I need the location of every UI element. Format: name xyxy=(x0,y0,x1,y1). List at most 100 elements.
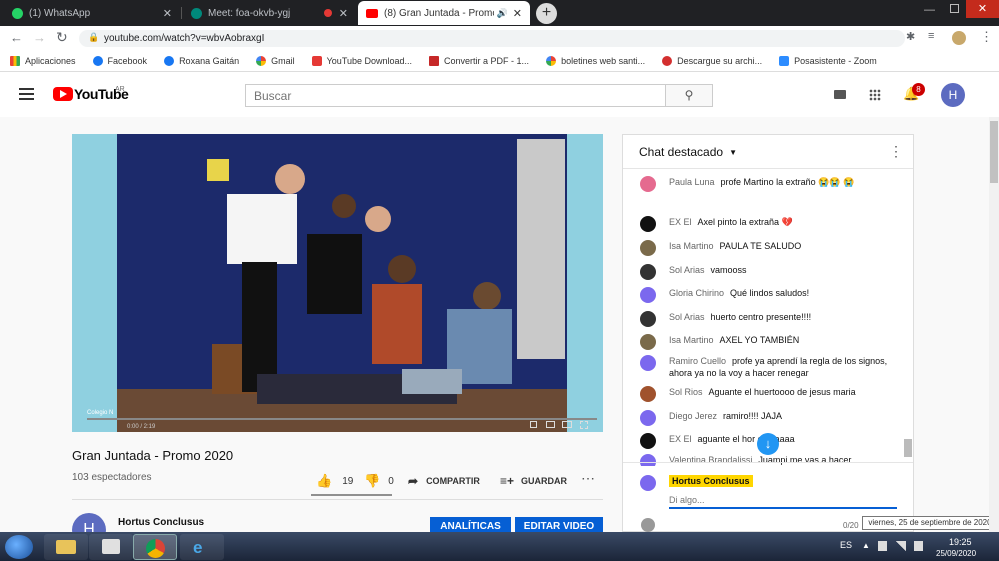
maximize-icon[interactable] xyxy=(950,4,959,13)
like-count: 19 xyxy=(342,475,354,487)
date-tooltip: viernes, 25 de septiembre de 2020 xyxy=(862,516,998,530)
save-button[interactable]: ≡+ GUARDAR xyxy=(500,474,567,488)
tab-whatsapp[interactable]: (1) WhatsApp ✕ xyxy=(4,1,180,25)
taskbar-ie[interactable]: e xyxy=(180,534,224,560)
chat-input[interactable] xyxy=(669,493,897,509)
bookmark-apps[interactable]: Aplicaciones xyxy=(10,56,76,66)
search-button[interactable]: ⚲ xyxy=(666,84,713,107)
media-icon[interactable]: ≡ xyxy=(928,30,934,42)
author-name: Isa Martino xyxy=(669,241,714,251)
clock-date[interactable]: 25/09/2020 xyxy=(936,549,976,558)
bookmark-descargue[interactable]: Descargue su archi... xyxy=(662,56,762,66)
chat-options-icon[interactable]: ⋮ xyxy=(889,143,903,160)
chat-mode-dropdown[interactable]: Chat destacado ▼ xyxy=(639,145,737,159)
bookmark-facebook[interactable]: Facebook xyxy=(92,56,148,66)
like-button[interactable]: 👍 19 xyxy=(316,473,353,489)
message-text: huerto centro presente!!!! xyxy=(710,312,812,322)
author-name: Ramiro Cuello xyxy=(669,356,727,366)
profile-avatar[interactable] xyxy=(952,31,966,45)
tray-expand-icon[interactable]: ▲ xyxy=(862,541,870,550)
taskbar-media-player[interactable] xyxy=(89,534,133,560)
bookmark-gmail[interactable]: Gmail xyxy=(256,56,295,66)
folder-icon xyxy=(56,540,76,554)
chevron-down-icon: ▼ xyxy=(729,147,737,157)
author-name: Valentina Brandalissi xyxy=(669,455,753,465)
youtube-icon xyxy=(366,8,378,18)
omnibox[interactable]: 🔒 youtube.com/watch?v=wbvAobraxgI xyxy=(79,30,905,47)
chrome-icon xyxy=(146,539,165,558)
author-name: Sol Arias xyxy=(669,312,705,322)
close-tab-icon[interactable]: ✕ xyxy=(513,7,522,20)
extensions-icon[interactable]: ✱ xyxy=(906,30,915,43)
miniplayer-icon[interactable] xyxy=(546,421,555,428)
bookmark-boletines[interactable]: boletines web santi... xyxy=(546,56,645,66)
settings-icon[interactable] xyxy=(530,421,537,428)
youtube-masthead: YouTube AR ⚲ 🔔 8 H xyxy=(0,72,999,117)
sentiment-bar xyxy=(311,494,392,496)
taskbar-chrome[interactable] xyxy=(133,534,177,560)
network-icon[interactable] xyxy=(896,541,906,551)
start-button[interactable] xyxy=(5,535,33,559)
chat-message: Diego Jerez ramiro!!!! JAJA xyxy=(640,410,890,426)
scrollbar-thumb[interactable] xyxy=(990,121,998,183)
youtube-logo-icon[interactable] xyxy=(53,87,73,101)
create-video-icon[interactable] xyxy=(834,90,846,99)
url-text[interactable]: youtube.com/watch?v=wbvAobraxgI xyxy=(104,33,264,44)
audio-icon[interactable]: 🔊 xyxy=(497,8,508,19)
video-player[interactable]: Colegio N 0:00 / 2:19 xyxy=(72,134,603,432)
back-icon[interactable]: ← xyxy=(10,30,23,45)
bookmark-zoom[interactable]: Posasistente - Zoom xyxy=(779,56,877,66)
share-button[interactable]: ➦ COMPARTIR xyxy=(408,474,480,488)
tray-flag-icon[interactable] xyxy=(878,541,887,551)
bookmark-pdf[interactable]: Convertir a PDF - 1... xyxy=(429,56,529,66)
video-watermark: Colegio N xyxy=(87,410,114,416)
page-scrollbar[interactable] xyxy=(989,117,999,532)
hamburger-menu-icon[interactable] xyxy=(19,88,34,100)
dislike-button[interactable]: 👎 0 xyxy=(364,473,394,489)
internet-explorer-icon: e xyxy=(193,538,203,557)
bookmark-youtube-download[interactable]: YouTube Download... xyxy=(311,56,412,66)
add-to-playlist-icon: ≡+ xyxy=(500,474,515,488)
scroll-to-bottom-button[interactable]: ↓ xyxy=(757,433,779,455)
zoom-icon xyxy=(779,56,790,66)
message-text: Juampi me vas a hacer xyxy=(758,455,852,465)
channel-name[interactable]: Hortus Conclusus xyxy=(118,517,204,528)
emoji-icon[interactable] xyxy=(641,518,655,532)
bookmark-label: Facebook xyxy=(107,56,148,66)
account-avatar[interactable]: H xyxy=(941,83,965,107)
author-avatar xyxy=(640,240,656,256)
chat-scrollbar[interactable] xyxy=(904,439,912,457)
pdf-icon xyxy=(429,56,440,66)
clock-time[interactable]: 19:25 xyxy=(949,537,972,547)
video-time: 0:00 / 2:19 xyxy=(127,424,156,430)
view-count: 103 espectadores xyxy=(72,472,152,483)
fullscreen-icon[interactable] xyxy=(580,421,588,429)
menu-icon[interactable]: ⋮ xyxy=(980,29,993,45)
volume-icon[interactable] xyxy=(914,541,923,551)
download-icon xyxy=(311,56,322,66)
forward-icon[interactable]: → xyxy=(33,30,46,45)
reload-icon[interactable]: ↻ xyxy=(56,29,68,46)
thumbs-up-icon: 👍 xyxy=(316,473,333,488)
tab-youtube[interactable]: (8) Gran Juntada - Promo 20 🔊 ✕ xyxy=(358,1,530,25)
chat-message: EX El Axel pinto la extraña 💔 xyxy=(640,216,890,232)
close-window-icon[interactable]: ✕ xyxy=(966,0,999,18)
apps-icon[interactable] xyxy=(869,89,881,101)
tab-title: Meet: foa-okvb-ygj xyxy=(208,7,291,19)
search-input[interactable] xyxy=(245,84,666,107)
bookmark-roxana[interactable]: Roxana Gaitán xyxy=(164,56,239,66)
new-tab-button[interactable]: + xyxy=(536,3,557,24)
close-tab-icon[interactable]: ✕ xyxy=(339,7,348,20)
tab-meet[interactable]: Meet: foa-okvb-ygj ✕ xyxy=(183,1,356,25)
block-icon xyxy=(662,56,673,66)
author-name: Sol Arias xyxy=(669,265,705,275)
language-indicator[interactable]: ES xyxy=(840,540,852,550)
lock-icon[interactable]: 🔒 xyxy=(88,32,99,43)
dislike-count: 0 xyxy=(388,475,394,487)
taskbar-explorer[interactable] xyxy=(44,534,88,560)
theater-mode-icon[interactable] xyxy=(562,421,572,428)
minimize-icon[interactable]: — xyxy=(924,4,935,16)
more-actions-icon[interactable]: ⋯ xyxy=(581,470,595,487)
close-tab-icon[interactable]: ✕ xyxy=(163,7,172,20)
bookmark-label: Descargue su archi... xyxy=(677,56,763,66)
